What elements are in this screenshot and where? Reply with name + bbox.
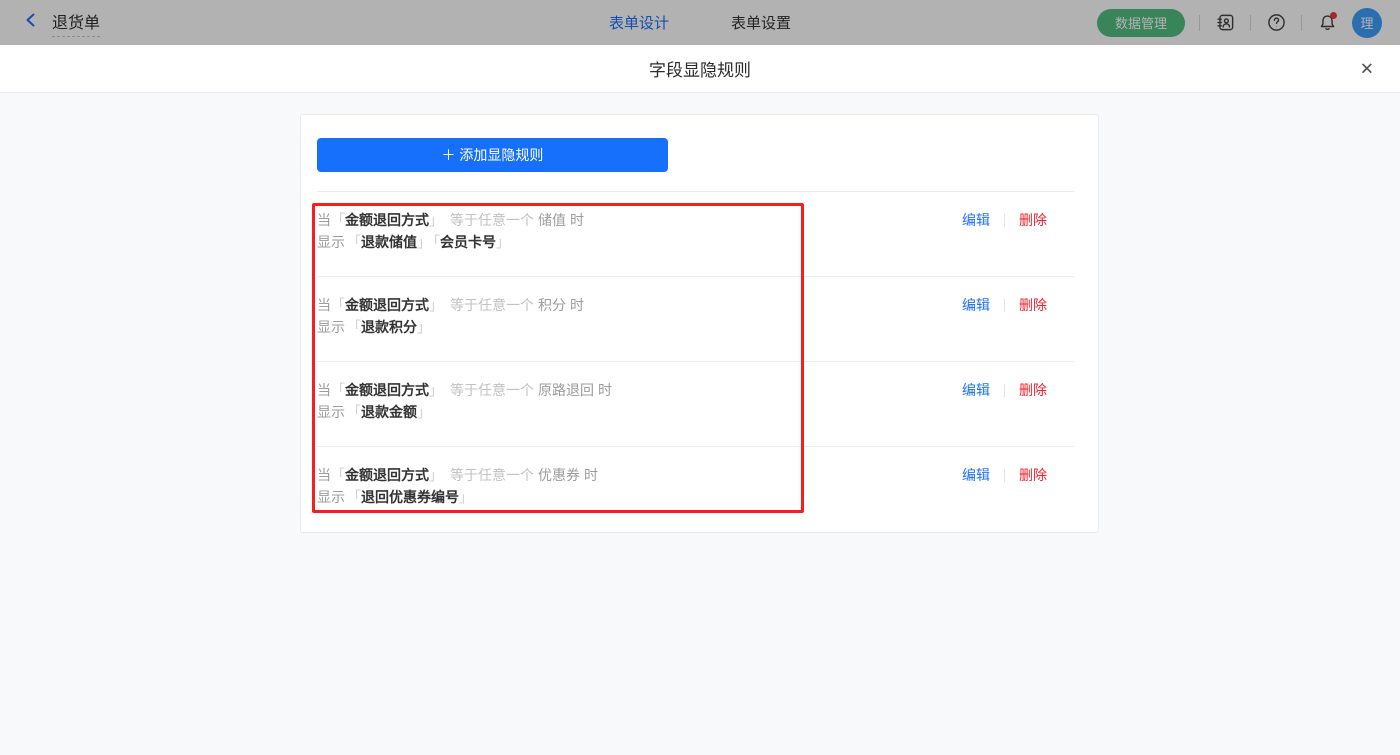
topbar-left: 退货单 <box>0 9 101 37</box>
rules-list: 当「金额退回方式」 等于任意一个 储值时 显示 「退款储值」 「会员卡号」 编辑 删除 … <box>317 192 1074 532</box>
rule-text: 当「金额退回方式」 等于任意一个 积分时 显示 「退款积分」 <box>317 294 584 338</box>
chevron-left-icon <box>23 12 39 33</box>
back-button[interactable] <box>20 12 42 34</box>
field-visibility-modal: 字段显隐规则 ✕ ＋ 添加显隐规则 当「金额退回方式」 等于任意一个 储值时 显示「… <box>0 45 1400 755</box>
separator <box>1004 468 1005 482</box>
edit-link[interactable]: 编辑 <box>962 379 990 401</box>
rule-actions: 编辑 删除 <box>962 379 1074 401</box>
rule-row: 当「金额退回方式」 等于任意一个 积分时 显示 「退款积分」 编辑 删除 <box>317 277 1074 362</box>
rule-actions: 编辑 删除 <box>962 209 1074 231</box>
notification-badge <box>1330 11 1337 19</box>
shown-field: 「退款储值」 <box>347 234 431 250</box>
contacts-icon[interactable] <box>1214 12 1236 34</box>
modal-title: 字段显隐规则 <box>649 61 751 80</box>
delete-link[interactable]: 删除 <box>1019 379 1047 401</box>
rule-actions: 编辑 删除 <box>962 294 1074 316</box>
help-icon[interactable] <box>1265 12 1287 34</box>
topbar: 退货单 表单设计 表单设置 数据管理 理 <box>0 0 1400 45</box>
topbar-right: 数据管理 理 <box>1096 7 1400 38</box>
tab-form-settings[interactable]: 表单设置 <box>731 12 791 33</box>
rule-show-line: 显示 「退款金额」 <box>317 404 431 420</box>
rule-row: 当「金额退回方式」 等于任意一个 储值时 显示 「退款储值」 「会员卡号」 编辑 删除 <box>317 192 1074 277</box>
rule-condition-line: 当「金额退回方式」 等于任意一个 优惠券时 <box>317 467 598 483</box>
shown-field: 「退款金额」 <box>347 404 431 420</box>
shown-field: 「会员卡号」 <box>433 234 510 250</box>
shown-field: 「退款积分」 <box>347 319 431 335</box>
rule-row: 当「金额退回方式」 等于任意一个 优惠券时 显示 「退回优惠券编号」 编辑 删除 <box>317 447 1074 532</box>
rule-show-line: 显示 「退款积分」 <box>317 319 431 335</box>
app-title[interactable]: 退货单 <box>52 9 101 37</box>
delete-link[interactable]: 删除 <box>1019 209 1047 231</box>
rule-condition-line: 当「金额退回方式」 等于任意一个 积分时 <box>317 297 584 313</box>
modal-body: ＋ 添加显隐规则 当「金额退回方式」 等于任意一个 储值时 显示 「退款储值」 「会员卡… <box>0 93 1400 754</box>
delete-link[interactable]: 删除 <box>1019 464 1047 486</box>
edit-link[interactable]: 编辑 <box>962 464 990 486</box>
delete-link[interactable]: 删除 <box>1019 294 1047 316</box>
separator <box>1004 213 1005 227</box>
separator <box>1301 14 1302 31</box>
rule-actions: 编辑 删除 <box>962 464 1074 486</box>
rules-card: ＋ 添加显隐规则 当「金额退回方式」 等于任意一个 储值时 显示 「退款储值」 「会员卡… <box>300 114 1099 533</box>
shown-field: 「退回优惠券编号」 <box>347 489 473 505</box>
rule-text: 当「金额退回方式」 等于任意一个 原路退回时 显示 「退款金额」 <box>317 379 612 423</box>
close-icon[interactable]: ✕ <box>1360 60 1374 77</box>
avatar[interactable]: 理 <box>1352 7 1382 38</box>
separator <box>1250 14 1251 31</box>
modal-header: 字段显隐规则 ✕ <box>0 45 1400 93</box>
tab-form-design[interactable]: 表单设计 <box>609 12 669 33</box>
bell-icon[interactable] <box>1316 11 1338 34</box>
rule-row: 当「金额退回方式」 等于任意一个 原路退回时 显示 「退款金额」 编辑 删除 <box>317 362 1074 447</box>
rule-condition-line: 当「金额退回方式」 等于任意一个 原路退回时 <box>317 382 612 398</box>
rule-text: 当「金额退回方式」 等于任意一个 储值时 显示 「退款储值」 「会员卡号」 <box>317 209 584 253</box>
separator <box>1199 14 1200 31</box>
data-manage-button[interactable]: 数据管理 <box>1096 8 1185 37</box>
separator <box>1004 298 1005 312</box>
rule-text: 当「金额退回方式」 等于任意一个 优惠券时 显示 「退回优惠券编号」 <box>317 464 598 508</box>
add-rule-button[interactable]: ＋ 添加显隐规则 <box>317 138 668 172</box>
rule-show-line: 显示 「退款储值」 「会员卡号」 <box>317 234 510 250</box>
rule-show-line: 显示 「退回优惠券编号」 <box>317 489 473 505</box>
topbar-tabs: 表单设计 表单设置 <box>609 0 791 45</box>
rule-condition-line: 当「金额退回方式」 等于任意一个 储值时 <box>317 212 584 228</box>
edit-link[interactable]: 编辑 <box>962 294 990 316</box>
separator <box>1004 383 1005 397</box>
edit-link[interactable]: 编辑 <box>962 209 990 231</box>
